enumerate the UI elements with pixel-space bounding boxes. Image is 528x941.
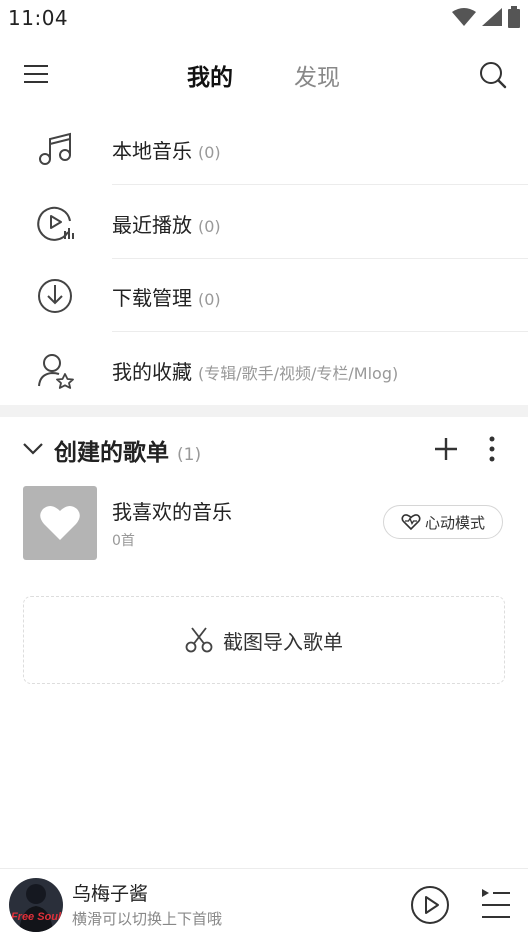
library-item-count: (专辑/歌手/视频/专栏/Mlog) [198, 364, 399, 383]
more-vertical-icon [489, 436, 495, 462]
more-options-button[interactable] [482, 435, 502, 463]
song-title: 乌梅子酱 [72, 883, 149, 905]
playlist-cover [23, 486, 97, 560]
song-subtitle: 横滑可以切换上下首哦 [72, 910, 223, 928]
plus-icon [435, 438, 457, 460]
playlist-section-title: 创建的歌单 (1) [54, 440, 202, 466]
library-item-collection[interactable]: 我的收藏 (专辑/歌手/视频/专栏/Mlog) [0, 332, 528, 406]
menu-icon[interactable] [22, 62, 50, 86]
heart-icon [40, 505, 80, 540]
chevron-down-icon[interactable] [22, 437, 44, 459]
library-item-label: 我的收藏 (专辑/歌手/视频/专栏/Mlog) [112, 360, 399, 384]
library-item-count: (0) [198, 290, 221, 309]
library-item-label: 下载管理 (0) [112, 286, 221, 310]
import-playlist-button[interactable]: 截图导入歌单 [23, 596, 505, 684]
playlist-track-count: 0首 [112, 533, 135, 549]
heart-mode-label: 心动模式 [424, 513, 485, 532]
library-item-label: 本地音乐 (0) [112, 139, 221, 163]
status-icons [452, 6, 520, 28]
library-item-recent[interactable]: 最近播放 (0) [0, 185, 528, 259]
favorite-user-icon [36, 350, 76, 390]
heartbeat-icon [401, 514, 421, 531]
mini-player[interactable]: Free Soul 乌梅子酱 横滑可以切换上下首哦 [0, 868, 528, 941]
album-text: Free Soul [11, 911, 62, 923]
playlist-queue-button[interactable] [480, 887, 512, 921]
recent-play-icon [36, 203, 76, 243]
album-art[interactable]: Free Soul [9, 878, 63, 932]
battery-icon [508, 6, 520, 28]
queue-icon [482, 889, 510, 918]
add-playlist-button[interactable] [432, 435, 460, 463]
library-item-count: (0) [198, 143, 221, 162]
library-item-local-music[interactable]: 本地音乐 (0) [0, 111, 528, 185]
library-item-count: (0) [198, 217, 221, 236]
tab-discover[interactable]: 发现 [294, 58, 340, 92]
play-icon [411, 886, 449, 924]
music-note-icon [36, 129, 76, 169]
status-time: 11:04 [8, 6, 69, 30]
signal-icon [482, 8, 502, 26]
tab-mine[interactable]: 我的 [187, 58, 233, 92]
library-item-label: 最近播放 (0) [112, 213, 221, 237]
section-separator [0, 405, 528, 417]
play-button[interactable] [410, 885, 450, 925]
playlist-item-favorites[interactable]: 我喜欢的音乐 0首 心动模式 [0, 484, 528, 562]
wifi-icon [452, 8, 476, 26]
search-icon[interactable] [478, 60, 508, 90]
download-icon [36, 276, 76, 316]
library-item-downloads[interactable]: 下载管理 (0) [0, 258, 528, 332]
import-playlist-label: 截图导入歌单 [223, 629, 343, 654]
status-bar: 11:04 [0, 0, 528, 36]
heart-mode-button[interactable]: 心动模式 [383, 505, 503, 539]
top-nav: 我的 发现 [0, 48, 528, 100]
playlist-header: 创建的歌单 (1) [0, 425, 528, 473]
playlist-title: 我喜欢的音乐 [112, 500, 232, 524]
scissors-icon [185, 627, 213, 653]
playlist-count: (1) [177, 445, 202, 465]
